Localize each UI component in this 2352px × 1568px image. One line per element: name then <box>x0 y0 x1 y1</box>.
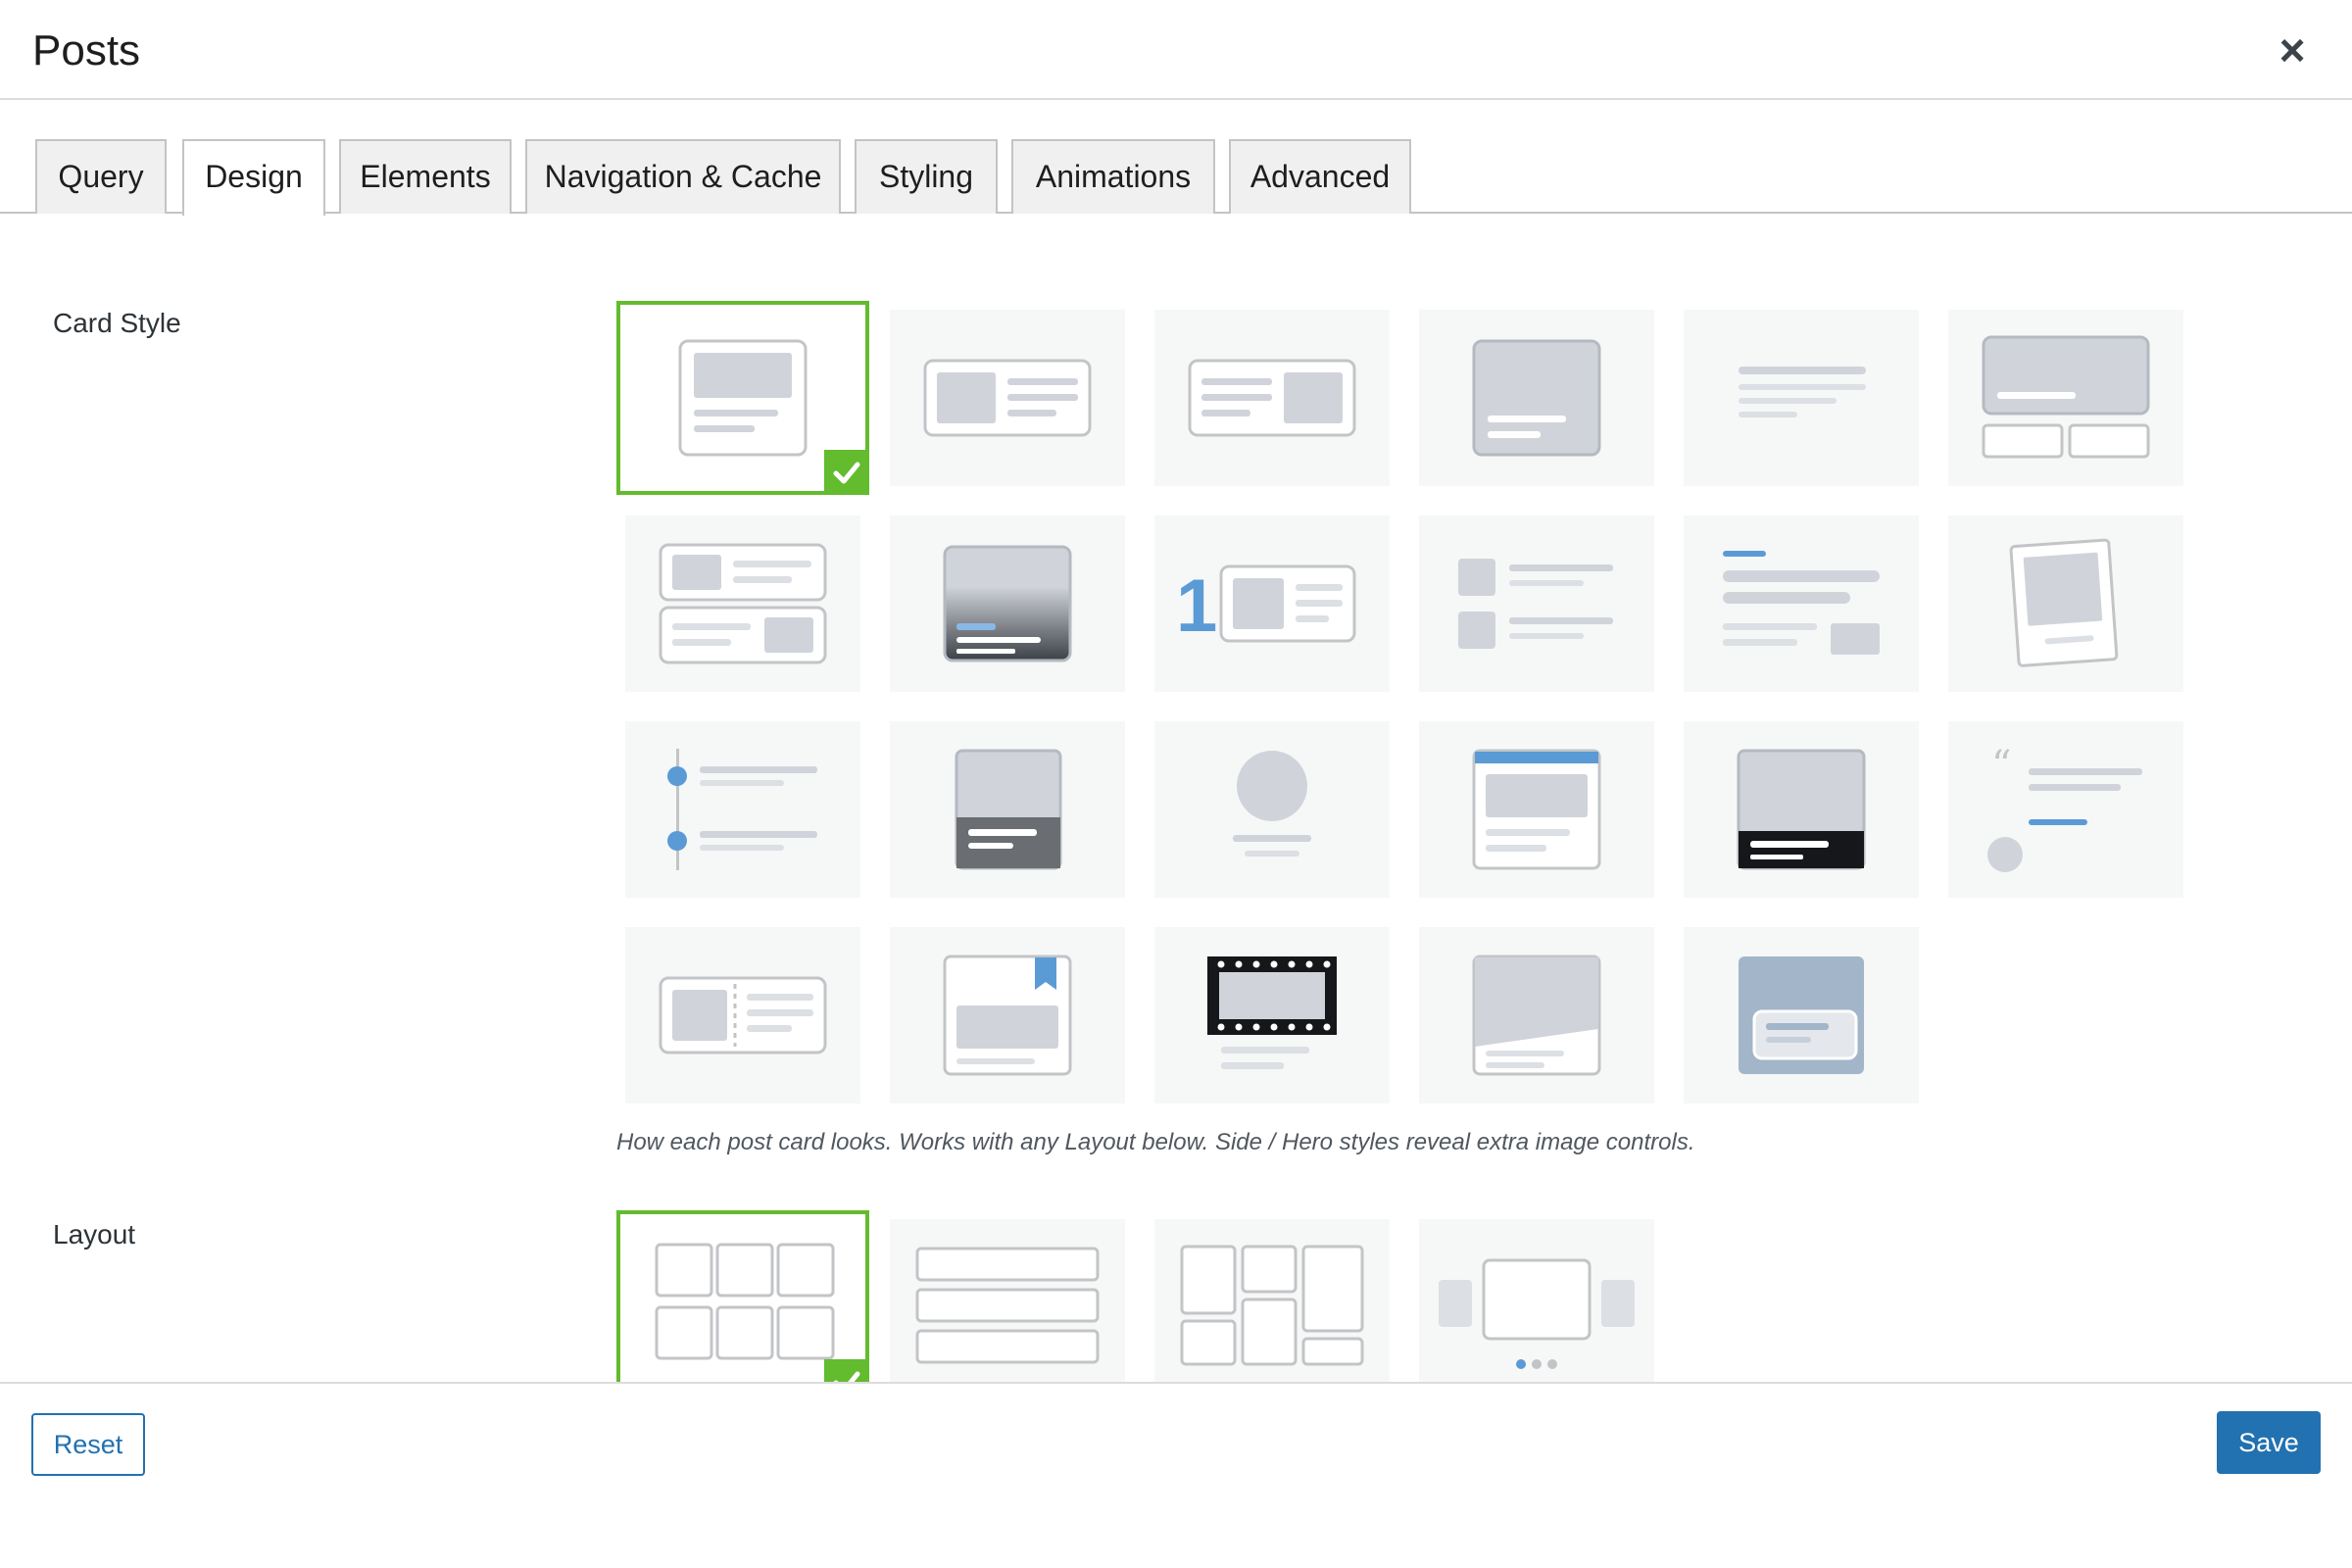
card-style-option-4[interactable] <box>1419 310 1654 486</box>
card-style-option-5[interactable] <box>1684 310 1919 486</box>
dialog-footer: Reset Save <box>0 1382 2352 1568</box>
layout-option-masonry[interactable] <box>1154 1219 1390 1382</box>
layout-option-carousel[interactable] <box>1419 1219 1654 1382</box>
tab-design[interactable]: Design <box>182 139 325 216</box>
layout-label: Layout <box>53 1219 136 1250</box>
card-style-option-13[interactable] <box>625 721 860 898</box>
card-style-option-16[interactable] <box>1419 721 1654 898</box>
tab-query[interactable]: Query <box>35 139 167 214</box>
dialog-title: Posts <box>32 26 141 74</box>
card-style-option-12[interactable] <box>1948 515 2183 692</box>
save-button[interactable]: Save <box>2217 1411 2321 1474</box>
tab-animations[interactable]: Animations <box>1011 139 1215 214</box>
card-style-option-3[interactable] <box>1154 310 1390 486</box>
tab-navigation-cache[interactable]: Navigation & Cache <box>525 139 841 214</box>
tab-styling[interactable]: Styling <box>855 139 998 214</box>
card-style-option-1[interactable] <box>616 301 869 495</box>
card-style-hint: How each post card looks. Works with any… <box>616 1129 1695 1155</box>
tab-advanced[interactable]: Advanced <box>1229 139 1411 214</box>
layout-option-list[interactable] <box>890 1219 1125 1382</box>
card-style-option-11[interactable] <box>1684 515 1919 692</box>
card-style-option-6[interactable] <box>1948 310 2183 486</box>
close-icon[interactable]: × <box>2270 27 2315 73</box>
card-style-option-7[interactable] <box>625 515 860 692</box>
selected-check-icon <box>824 450 869 495</box>
card-style-option-14[interactable] <box>890 721 1125 898</box>
card-style-option-2[interactable] <box>890 310 1125 486</box>
card-style-option-9[interactable]: 1 <box>1154 515 1390 692</box>
tab-bar: Query Design Elements Navigation & Cache… <box>0 100 2352 216</box>
card-style-option-21[interactable] <box>1154 927 1390 1103</box>
card-style-option-22[interactable] <box>1419 927 1654 1103</box>
design-panel: Card Style 1 “ How each post card looks.… <box>0 214 2352 1382</box>
card-style-option-17[interactable] <box>1684 721 1919 898</box>
card-style-option-15[interactable] <box>1154 721 1390 898</box>
card-style-option-8[interactable] <box>890 515 1125 692</box>
card-style-label: Card Style <box>53 308 181 338</box>
card-style-option-18[interactable]: “ <box>1948 721 2183 898</box>
tab-elements[interactable]: Elements <box>339 139 512 214</box>
dialog-header: Posts × <box>0 0 2352 100</box>
svg-text:1: 1 <box>1176 564 1217 648</box>
selected-check-icon <box>824 1359 869 1382</box>
svg-text:“: “ <box>1991 743 2011 788</box>
card-style-option-20[interactable] <box>890 927 1125 1103</box>
card-style-option-10[interactable] <box>1419 515 1654 692</box>
card-style-option-19[interactable] <box>625 927 860 1103</box>
card-style-option-23[interactable] <box>1684 927 1919 1103</box>
layout-option-grid[interactable] <box>616 1210 869 1382</box>
reset-button[interactable]: Reset <box>31 1413 145 1476</box>
